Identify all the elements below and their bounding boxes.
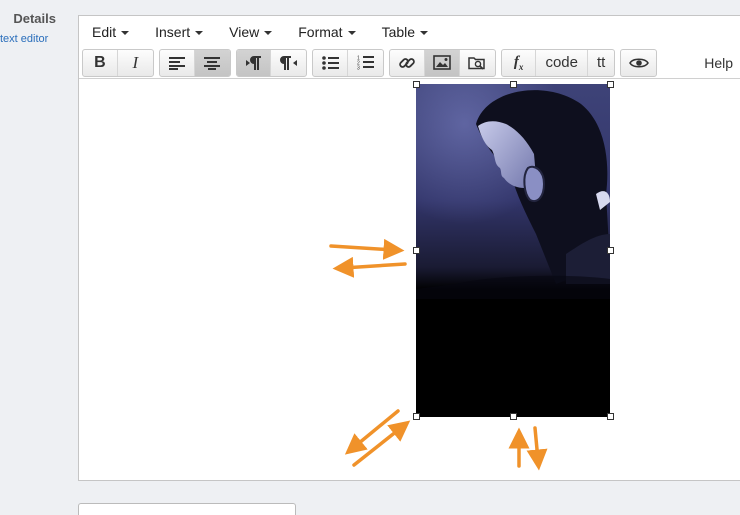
horizontal-resize-arrows	[329, 238, 407, 278]
annotation-arrows	[329, 238, 548, 471]
vertical-resize-arrows	[508, 426, 548, 471]
diagonal-resize-arrows	[344, 409, 411, 467]
